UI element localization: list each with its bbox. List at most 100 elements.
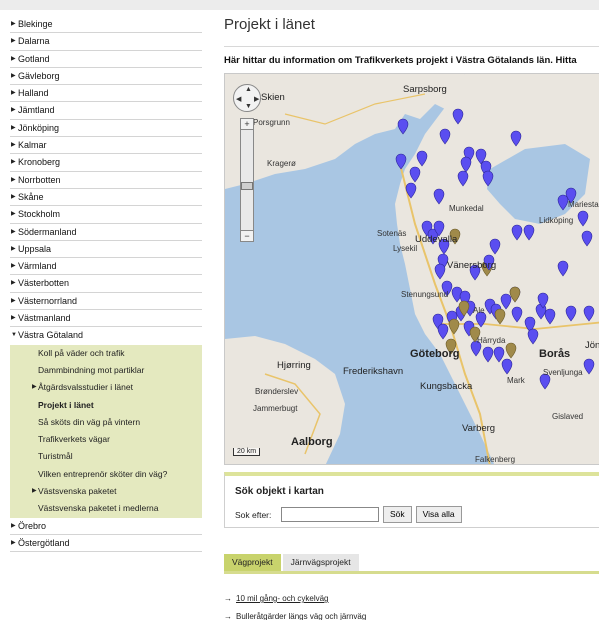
right-triangle-icon: ▶ — [11, 263, 16, 270]
sidebar-item-gavleborg[interactable]: ▶ Gävleborg — [10, 68, 202, 86]
map-label-svenljunga: Svenljunga — [543, 368, 583, 377]
map-label-kragero: Kragerø — [267, 159, 296, 168]
subnav-item-label: Västsvenska paketet — [38, 486, 117, 497]
sidebar-item-label: Västerbotten — [18, 278, 70, 289]
map-label-ale: Ale — [473, 306, 485, 315]
pan-left-icon[interactable]: ◀ — [236, 95, 241, 103]
project-map[interactable]: Skien Porsgrunn Sarpsborg Kragerø Hjørri… — [224, 73, 599, 465]
subnav-item-projekt-i-lanet[interactable]: Projekt i länet — [10, 397, 202, 414]
map-label-lysekil: Lysekil — [393, 244, 418, 253]
subnav-item-dammbindning[interactable]: Dammbindning mot partiklar — [10, 362, 202, 379]
sidebar-item-label: Halland — [18, 88, 49, 99]
project-link-label: Bulleråtgärder längs väg och järnväg — [236, 612, 367, 620]
sidebar-item-vasternorrland[interactable]: ▶ Västernorrland — [10, 293, 202, 311]
sidebar-item-norrbotten[interactable]: ▶ Norrbotten — [10, 172, 202, 189]
right-triangle-icon: ▶ — [11, 297, 16, 304]
right-triangle-icon: ▶ — [11, 124, 16, 131]
sidebar-item-jonkoping[interactable]: ▶ Jönköping — [10, 120, 202, 138]
sidebar-item-stockholm[interactable]: ▶ Stockholm — [10, 206, 202, 224]
subnav-item-vader-trafik[interactable]: Koll på väder och trafik — [10, 345, 202, 362]
subnav-item-label: Västsvenska paketet i medlerna — [38, 503, 159, 514]
pan-control[interactable]: ▲ ▼ ◀ ▶ — [233, 84, 261, 112]
subnav-item-vastsvenska-paketet[interactable]: ▶ Västsvenska paketet — [10, 483, 202, 500]
subnav-item-atgardsvalsstudier[interactable]: ▶ Åtgärdsvalsstudier i länet — [10, 379, 202, 396]
map-label-uddevalla: Uddevalla — [415, 234, 458, 245]
arrow-right-icon: → — [224, 594, 232, 603]
sidebar-item-halland[interactable]: ▶ Halland — [10, 85, 202, 103]
title-divider — [224, 46, 599, 47]
sidebar-item-varmland[interactable]: ▶ Värmland — [10, 258, 202, 276]
project-links: → 10 mil gång- och cykelväg → Bulleråtgärd… — [224, 590, 599, 620]
sidebar-item-kalmar[interactable]: ▶ Kalmar — [10, 137, 202, 155]
pan-up-icon[interactable]: ▲ — [245, 86, 252, 93]
sidebar-item-vasterbotten[interactable]: ▶ Västerbotten — [10, 275, 202, 293]
subnav-item-trafikverkets-vagar[interactable]: Trafikverkets vägar — [10, 431, 202, 448]
sidebar-item-vastmanland[interactable]: ▶ Västmanland — [10, 310, 202, 328]
zoom-in-button[interactable]: + — [240, 118, 254, 130]
map-label-bronderslev: Brønderslev — [255, 387, 299, 396]
right-triangle-icon: ▶ — [11, 211, 16, 218]
sidebar-item-kronoberg[interactable]: ▶ Kronoberg — [10, 154, 202, 172]
map-label-goteborg: Göteborg — [410, 348, 460, 360]
map-label-frederikshavn: Frederikshavn — [343, 366, 404, 377]
tab-vagprojekt[interactable]: Vägprojekt — [224, 554, 281, 571]
sidebar-item-label: Örebro — [18, 520, 47, 531]
sidebar-item-label: Södermanland — [18, 226, 77, 237]
map-pin[interactable] — [395, 153, 407, 170]
map-pin[interactable] — [397, 118, 409, 135]
subnav-item-label: Projekt i länet — [38, 399, 94, 410]
sidebar-item-jamtland[interactable]: ▶ Jämtland — [10, 102, 202, 120]
right-triangle-icon: ▶ — [11, 142, 16, 149]
sidebar-item-uppsala[interactable]: ▶ Uppsala — [10, 241, 202, 259]
right-triangle-icon: ▶ — [11, 38, 16, 45]
map-label-sarpsborg: Sarpsborg — [403, 84, 447, 95]
map-label-boras: Borås — [539, 348, 571, 360]
zoom-slider-handle[interactable] — [241, 182, 253, 190]
sidebar-item-vastra-gotaland[interactable]: ▼ Västra Götaland — [10, 327, 202, 344]
sidebar-item-label: Blekinge — [18, 19, 53, 29]
pan-right-icon[interactable]: ▶ — [254, 95, 259, 103]
map-label-hjorring: Hjørring — [277, 360, 311, 371]
sidebar-subnav: Koll på väder och trafik Dammbindning mo… — [10, 344, 202, 518]
show-all-button[interactable]: Visa alla — [415, 506, 462, 523]
subnav-item-turistmal[interactable]: Turistmål — [10, 448, 202, 465]
sidebar-item-orebro[interactable]: ▶ Örebro — [10, 518, 202, 535]
subnav-item-label: Så sköts din väg på vintern — [38, 416, 141, 427]
project-link[interactable]: → 10 mil gång- och cykelväg — [224, 590, 599, 608]
sidebar-item-ostergotland[interactable]: ▶ Östergötland — [10, 535, 202, 553]
subnav-item-entreprenor[interactable]: Vilken entreprenör sköter din väg? — [10, 466, 202, 483]
sidebar-item-sodermanland[interactable]: ▶ Södermanland — [10, 224, 202, 241]
subnav-item-vintervag[interactable]: Så sköts din väg på vintern — [10, 414, 202, 431]
sidebar-item-label: Uppsala — [18, 243, 52, 254]
sidebar-item-blekinge[interactable]: ▶ Blekinge — [10, 16, 202, 34]
right-triangle-icon: ▶ — [11, 193, 16, 200]
subnav-item-vastsvenska-medlerna[interactable]: Västsvenska paketet i medlerna — [10, 500, 202, 517]
zoom-out-button[interactable]: − — [240, 230, 254, 242]
sidebar-item-skane[interactable]: ▶ Skåne — [10, 189, 202, 207]
sidebar-item-label: Norrbotten — [18, 174, 61, 185]
right-triangle-icon: ▶ — [11, 21, 16, 27]
sidebar-item-dalarna[interactable]: ▶ Dalarna — [10, 33, 202, 51]
sidebar-item-gotland[interactable]: ▶ Gotland — [10, 51, 202, 68]
arrow-right-icon: → — [224, 612, 232, 620]
sidebar-item-label: Kronoberg — [18, 157, 61, 168]
zoom-slider[interactable] — [240, 130, 254, 230]
map-label-munkedal: Munkedal — [449, 204, 484, 213]
map-label-varberg: Varberg — [462, 423, 496, 434]
right-triangle-icon: ▶ — [11, 522, 16, 529]
project-link[interactable]: → Bulleråtgärder längs väg och järnväg — [224, 608, 599, 620]
search-label: Sok efter: — [235, 509, 272, 520]
tab-jarnvagsprojekt[interactable]: Järnvägsprojekt — [282, 554, 359, 571]
subnav-item-label: Turistmål — [38, 451, 73, 462]
map-label-sotenas: Sotenäs — [377, 229, 407, 238]
land-sweden — [395, 74, 599, 464]
sidebar-item-label: Gävleborg — [18, 70, 60, 81]
search-button[interactable]: Sök — [383, 506, 412, 523]
top-band — [0, 0, 599, 10]
map-search-panel: Sök objekt i kartan Sok efter: Sök Visa … — [224, 472, 599, 528]
sidebar-item-label: Västmanland — [18, 313, 71, 324]
search-input[interactable] — [281, 507, 379, 522]
pan-down-icon[interactable]: ▼ — [245, 103, 252, 110]
sidebar-item-label: Skåne — [18, 191, 44, 202]
map-label-aalborg: Aalborg — [291, 436, 333, 448]
